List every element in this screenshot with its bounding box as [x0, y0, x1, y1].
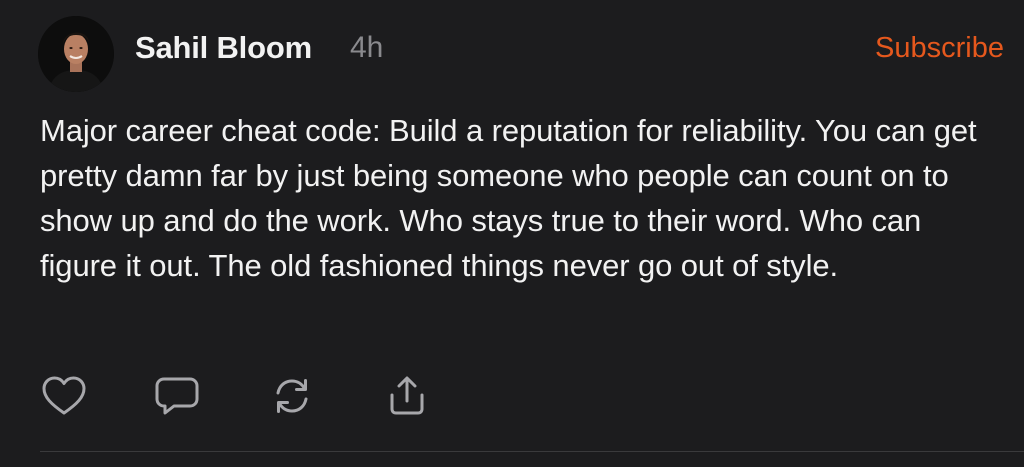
comment-icon [155, 377, 199, 415]
like-button[interactable] [40, 374, 88, 418]
post-card: Sahil Bloom 4h Subscribe Major career ch… [0, 0, 1024, 467]
post-timestamp: 4h [350, 31, 384, 64]
share-icon [390, 376, 424, 415]
subscribe-button[interactable]: Subscribe [875, 32, 1004, 65]
comment-button[interactable] [153, 374, 201, 418]
avatar-photo-icon [38, 16, 114, 92]
restack-icon [276, 379, 308, 413]
author-name[interactable]: Sahil Bloom [135, 30, 312, 66]
restack-button[interactable] [268, 374, 316, 418]
divider [40, 451, 1024, 452]
post-body: Major career cheat code: Build a reputat… [40, 113, 977, 283]
share-button[interactable] [383, 374, 431, 418]
avatar[interactable] [38, 16, 114, 92]
heart-icon [42, 376, 86, 415]
